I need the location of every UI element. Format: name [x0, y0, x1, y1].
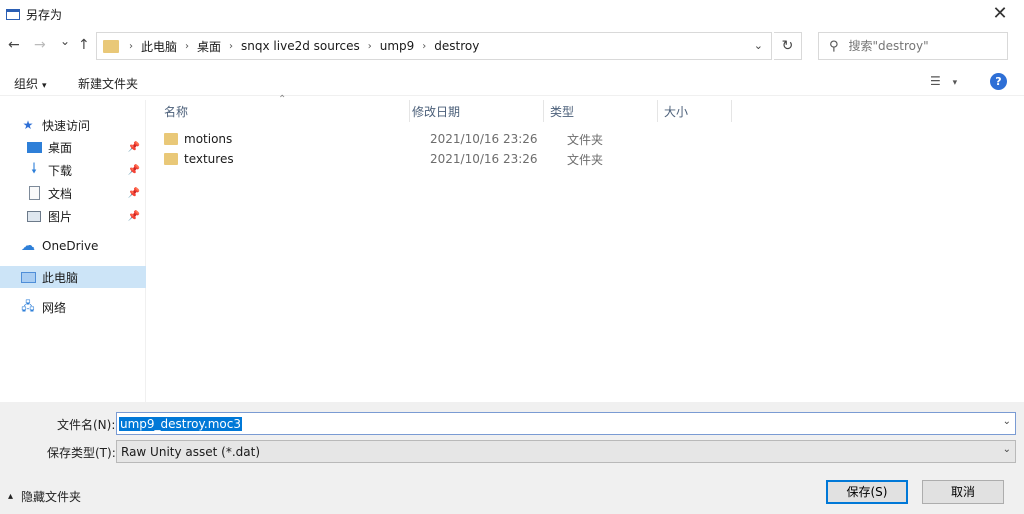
- folder-icon: [164, 133, 178, 145]
- sidebar-item-documents[interactable]: 文档 📌: [0, 182, 146, 204]
- search-box[interactable]: ⚲: [818, 32, 1008, 60]
- search-icon: ⚲: [829, 38, 839, 54]
- pin-icon[interactable]: 📌: [128, 165, 140, 176]
- up-arrow-icon[interactable]: ↑: [78, 37, 90, 53]
- close-icon[interactable]: ✕: [990, 4, 1010, 24]
- breadcrumb-item-this-pc[interactable]: 此电脑 ›: [141, 38, 197, 55]
- filetype-value: Raw Unity asset (*.dat): [121, 444, 261, 459]
- file-modified: 2021/10/16 23:26: [430, 152, 538, 166]
- back-arrow-icon[interactable]: ←: [8, 37, 20, 53]
- breadcrumb-item-destroy[interactable]: destroy: [434, 39, 479, 53]
- file-name: textures: [184, 152, 234, 166]
- cancel-button[interactable]: 取消: [922, 480, 1004, 504]
- file-row-motions[interactable]: motions 2021/10/16 23:26 文件夹: [164, 129, 1024, 149]
- refresh-icon[interactable]: ↻: [774, 32, 802, 60]
- breadcrumb-item-snqx[interactable]: snqx live2d sources ›: [241, 39, 380, 53]
- details-view-icon: ☰: [930, 74, 941, 88]
- file-type: 文件夹: [567, 132, 604, 147]
- sidebar-item-quick-access[interactable]: ★ 快速访问: [0, 114, 146, 136]
- column-header-size[interactable]: 大小: [658, 100, 732, 122]
- sidebar-item-downloads[interactable]: 🠗 下载 📌: [0, 159, 146, 181]
- recent-locations-chevron-icon[interactable]: ⌄: [60, 34, 70, 48]
- network-icon: 🖧: [21, 298, 35, 313]
- save-options-panel: 文件名(N): ump9_destroy.moc3 ⌄ 保存类型(T): Raw…: [0, 402, 1024, 514]
- file-list: ⌃ 名称 修改日期 类型 大小 motions 2021/10/16 23:26…: [146, 94, 1024, 402]
- breadcrumb-item-ump9[interactable]: ump9 ›: [380, 39, 435, 53]
- help-icon[interactable]: ?: [990, 73, 1007, 90]
- filename-value[interactable]: ump9_destroy.moc3: [119, 416, 242, 431]
- column-header-type[interactable]: 类型: [544, 100, 658, 122]
- filetype-dropdown-icon[interactable]: ⌄: [1003, 444, 1011, 455]
- address-dropdown-icon[interactable]: ⌄: [754, 39, 763, 52]
- cloud-icon: ☁: [21, 238, 35, 254]
- pin-icon[interactable]: 📌: [128, 188, 140, 199]
- filename-dropdown-icon[interactable]: ⌄: [1003, 416, 1011, 427]
- navigation-bar: ← → ⌄ ↑ › 此电脑 › 桌面 › snqx live2d sources › …: [0, 30, 1024, 62]
- filetype-select[interactable]: Raw Unity asset (*.dat) ⌄: [116, 440, 1016, 463]
- window-title: 另存为: [26, 7, 63, 22]
- pin-icon[interactable]: 📌: [128, 142, 140, 153]
- file-modified: 2021/10/16 23:26: [430, 132, 538, 146]
- column-header-name[interactable]: 名称: [146, 100, 410, 122]
- navigation-pane: ★ 快速访问 桌面 📌 🠗 下载 📌 文档 📌 图片 📌 ☁ OneDrive …: [0, 100, 146, 402]
- file-row-textures[interactable]: textures 2021/10/16 23:26 文件夹: [164, 149, 1024, 169]
- title-bar: 另存为 ✕: [0, 0, 1024, 28]
- star-icon: ★: [22, 118, 34, 132]
- forward-arrow-icon[interactable]: →: [34, 37, 46, 53]
- filename-label: 文件名(N):: [57, 418, 116, 432]
- file-name: motions: [184, 132, 233, 146]
- document-icon: [26, 186, 42, 200]
- filetype-label: 保存类型(T):: [47, 446, 116, 460]
- window-icon: [6, 8, 20, 20]
- computer-icon: [20, 270, 36, 284]
- view-options-button[interactable]: ☰ ▾: [930, 74, 957, 88]
- sidebar-item-onedrive[interactable]: ☁ OneDrive: [0, 235, 146, 257]
- desktop-icon: [26, 140, 42, 154]
- sidebar-item-this-pc[interactable]: 此电脑: [0, 266, 146, 288]
- organize-menu[interactable]: 组织 ▾: [14, 75, 47, 92]
- command-toolbar: 组织 ▾ 新建文件夹 ☰ ▾ ?: [0, 68, 1024, 96]
- column-header-modified[interactable]: 修改日期: [410, 100, 544, 122]
- address-bar[interactable]: › 此电脑 › 桌面 › snqx live2d sources › ump9 › de…: [96, 32, 772, 60]
- filename-input[interactable]: ump9_destroy.moc3 ⌄: [116, 412, 1016, 435]
- chevron-up-icon: ▴: [8, 491, 14, 502]
- download-arrow-icon: 🠗: [30, 161, 37, 177]
- search-input[interactable]: [848, 39, 989, 53]
- picture-icon: [26, 209, 42, 223]
- hide-folders-toggle[interactable]: ▴ 隐藏文件夹: [8, 488, 81, 505]
- save-button[interactable]: 保存(S): [826, 480, 908, 504]
- sidebar-item-network[interactable]: 🖧 网络: [0, 296, 146, 318]
- sidebar-item-pictures[interactable]: 图片 📌: [0, 205, 146, 227]
- folder-icon: [164, 153, 178, 165]
- new-folder-button[interactable]: 新建文件夹: [78, 75, 138, 92]
- folder-icon: [103, 39, 119, 53]
- pin-icon[interactable]: 📌: [128, 211, 140, 222]
- breadcrumb-item-desktop[interactable]: 桌面 ›: [197, 38, 241, 55]
- sidebar-item-desktop[interactable]: 桌面 📌: [0, 136, 146, 158]
- file-type: 文件夹: [567, 152, 604, 167]
- breadcrumb-separator[interactable]: ›: [129, 41, 141, 52]
